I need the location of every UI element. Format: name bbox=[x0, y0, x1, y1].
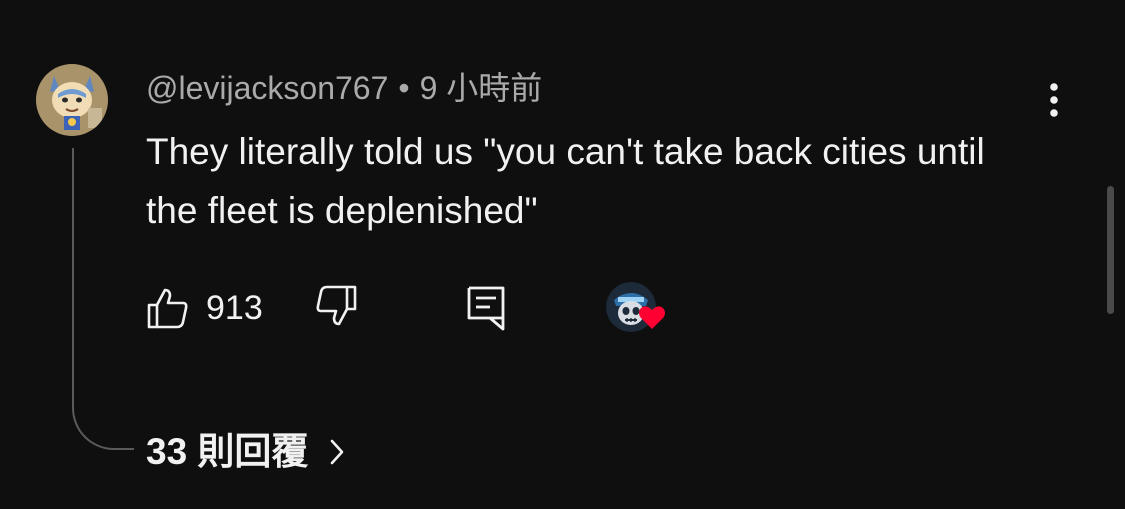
like-button[interactable]: 913 bbox=[146, 284, 263, 332]
view-replies-button[interactable]: 33 則回覆 bbox=[146, 428, 346, 476]
thumbs-down-icon bbox=[316, 285, 357, 326]
reply-button[interactable] bbox=[464, 284, 508, 337]
replies-count-label: 33 則回覆 bbox=[146, 431, 309, 472]
like-count: 913 bbox=[206, 289, 263, 327]
comment-thread: @levijackson767 • 9 小時前 They literally tol… bbox=[0, 0, 1125, 509]
thumbs-up-icon bbox=[147, 288, 188, 329]
author-handle[interactable]: @levijackson767 bbox=[146, 70, 388, 106]
dislike-button[interactable] bbox=[314, 284, 358, 333]
scrollbar-thumb[interactable] bbox=[1107, 186, 1114, 314]
creator-heart-badge[interactable] bbox=[606, 282, 672, 338]
comment-meta: @levijackson767 • 9 小時前 bbox=[146, 68, 542, 108]
thread-connector-line bbox=[72, 148, 134, 450]
reply-icon bbox=[467, 286, 505, 331]
comment-text: They literally told us "you can't take b… bbox=[146, 131, 985, 231]
comment-timestamp[interactable]: 9 小時前 bbox=[420, 70, 543, 106]
heart-icon bbox=[639, 306, 665, 329]
more-vertical-icon[interactable] bbox=[1038, 80, 1070, 120]
meta-separator: • bbox=[398, 70, 410, 106]
chevron-right-icon bbox=[331, 439, 344, 465]
author-avatar[interactable] bbox=[36, 64, 108, 136]
